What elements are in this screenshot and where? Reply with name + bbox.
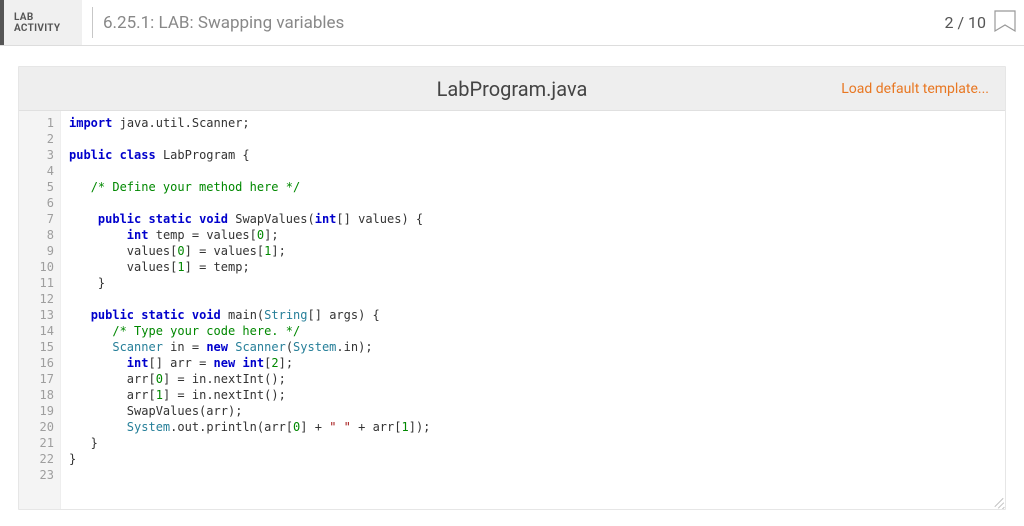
line-number: 9	[19, 243, 54, 259]
line-number: 2	[19, 131, 54, 147]
header-divider	[92, 7, 93, 38]
code-line[interactable]: import java.util.Scanner;	[69, 115, 1005, 131]
load-default-template-link[interactable]: Load default template...	[841, 67, 989, 110]
lab-activity-line2: ACTIVITY	[14, 23, 60, 34]
code-line[interactable]: arr[0] = in.nextInt();	[69, 371, 1005, 387]
line-number: 19	[19, 403, 54, 419]
code-line[interactable]: }	[69, 451, 1005, 467]
code-line[interactable]: }	[69, 275, 1005, 291]
bookmark-icon[interactable]	[994, 10, 1016, 36]
code-line[interactable]: }	[69, 435, 1005, 451]
lab-activity-badge: LAB ACTIVITY	[0, 0, 82, 45]
code-line[interactable]: values[0] = values[1];	[69, 243, 1005, 259]
line-number: 13	[19, 307, 54, 323]
line-number: 23	[19, 467, 54, 483]
line-number: 10	[19, 259, 54, 275]
line-number: 21	[19, 435, 54, 451]
line-number: 18	[19, 387, 54, 403]
editor-tabbar: LabProgram.java Load default template...	[19, 67, 1005, 111]
line-number: 8	[19, 227, 54, 243]
code-line[interactable]	[69, 195, 1005, 211]
lab-header: LAB ACTIVITY 6.25.1: LAB: Swapping varia…	[0, 0, 1024, 46]
score-text: 2 / 10	[944, 13, 986, 32]
code-line[interactable]: SwapValues(arr);	[69, 403, 1005, 419]
line-number: 16	[19, 355, 54, 371]
code-line[interactable]	[69, 291, 1005, 307]
line-number: 4	[19, 163, 54, 179]
line-number: 20	[19, 419, 54, 435]
lab-title: 6.25.1: LAB: Swapping variables	[103, 0, 944, 45]
code-line[interactable]: int temp = values[0];	[69, 227, 1005, 243]
line-number: 12	[19, 291, 54, 307]
code-line[interactable]: arr[1] = in.nextInt();	[69, 387, 1005, 403]
line-number: 6	[19, 195, 54, 211]
line-number: 3	[19, 147, 54, 163]
code-line[interactable]: /* Define your method here */	[69, 179, 1005, 195]
line-number: 11	[19, 275, 54, 291]
code-line[interactable]	[69, 131, 1005, 147]
code-line[interactable]: values[1] = temp;	[69, 259, 1005, 275]
code-line[interactable]: Scanner in = new Scanner(System.in);	[69, 339, 1005, 355]
code-line[interactable]: public static void SwapValues(int[] valu…	[69, 211, 1005, 227]
code-editor[interactable]: 1234567891011121314151617181920212223 im…	[19, 111, 1005, 509]
code-line[interactable]: System.out.println(arr[0] + " " + arr[1]…	[69, 419, 1005, 435]
line-number: 14	[19, 323, 54, 339]
code-line[interactable]: public static void main(String[] args) {	[69, 307, 1005, 323]
code-area[interactable]: import java.util.Scanner; public class L…	[61, 111, 1005, 509]
line-number: 15	[19, 339, 54, 355]
score-area: 2 / 10	[944, 0, 1024, 45]
line-number: 1	[19, 115, 54, 131]
line-number: 5	[19, 179, 54, 195]
code-line[interactable]: int[] arr = new int[2];	[69, 355, 1005, 371]
line-number-gutter: 1234567891011121314151617181920212223	[19, 111, 61, 509]
editor-card: LabProgram.java Load default template...…	[18, 66, 1006, 510]
line-number: 17	[19, 371, 54, 387]
code-line[interactable]	[69, 467, 1005, 483]
lab-activity-line1: LAB	[14, 12, 34, 23]
resize-handle-icon[interactable]	[991, 495, 1003, 507]
code-line[interactable]: public class LabProgram {	[69, 147, 1005, 163]
code-line[interactable]	[69, 163, 1005, 179]
line-number: 7	[19, 211, 54, 227]
line-number: 22	[19, 451, 54, 467]
code-line[interactable]: /* Type your code here. */	[69, 323, 1005, 339]
